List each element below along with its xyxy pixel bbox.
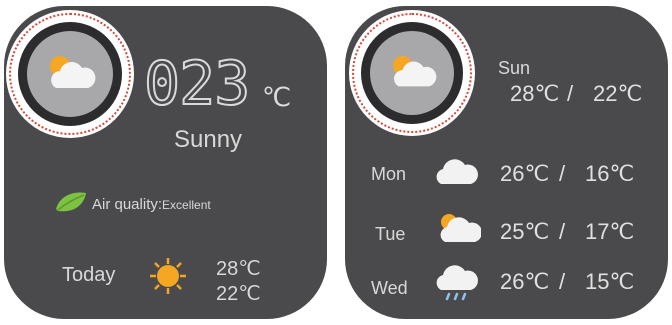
forecast-separator: / bbox=[559, 219, 566, 244]
weather-icon-badge bbox=[349, 10, 475, 136]
today-label: Today bbox=[62, 264, 116, 286]
current-separator: / bbox=[567, 81, 574, 106]
current-day: Sun bbox=[498, 58, 531, 78]
temperature-unit: ℃ bbox=[262, 82, 292, 112]
today-high: 28℃ bbox=[216, 258, 261, 280]
air-quality-title: Air quality: bbox=[92, 196, 163, 213]
weather-face-current: 023 ℃ Sunny Air quality:Excellent Today … bbox=[4, 6, 327, 319]
forecast-day: Tue bbox=[375, 224, 406, 244]
forecast-separator: / bbox=[559, 269, 566, 294]
forecast-low: 15℃ bbox=[585, 269, 635, 294]
air-quality-value: Excellent bbox=[162, 198, 211, 212]
partly-cloudy-icon bbox=[392, 55, 437, 87]
forecast-low: 17℃ bbox=[585, 219, 635, 244]
today-low: 22℃ bbox=[216, 283, 261, 305]
weather-icon-badge bbox=[6, 10, 134, 138]
air-quality-label: Air quality:Excellent bbox=[92, 196, 211, 213]
forecast-high: 26℃ bbox=[500, 269, 550, 294]
partly-cloudy-icon bbox=[50, 56, 96, 88]
current-temperature: 023 bbox=[143, 49, 251, 119]
weather-face-forecast: Sun 28℃ / 22℃ Mon 26℃ / 16℃ Tue 25℃ / 17… bbox=[345, 6, 668, 319]
forecast-high: 26℃ bbox=[500, 161, 550, 186]
forecast-high: 25℃ bbox=[500, 219, 550, 244]
forecast-low: 16℃ bbox=[585, 161, 635, 186]
cloud-icon bbox=[436, 159, 478, 184]
current-low: 22℃ bbox=[593, 81, 643, 106]
sun-icon bbox=[150, 258, 186, 294]
forecast-day: Wed bbox=[371, 278, 408, 298]
current-high: 28℃ bbox=[510, 81, 560, 106]
forecast-day: Mon bbox=[371, 164, 407, 184]
condition-label: Sunny bbox=[174, 126, 243, 153]
rain-cloud-icon bbox=[436, 265, 478, 301]
sun-cloud-icon bbox=[440, 214, 481, 242]
leaf-icon bbox=[56, 192, 86, 212]
forecast-separator: / bbox=[559, 161, 566, 186]
